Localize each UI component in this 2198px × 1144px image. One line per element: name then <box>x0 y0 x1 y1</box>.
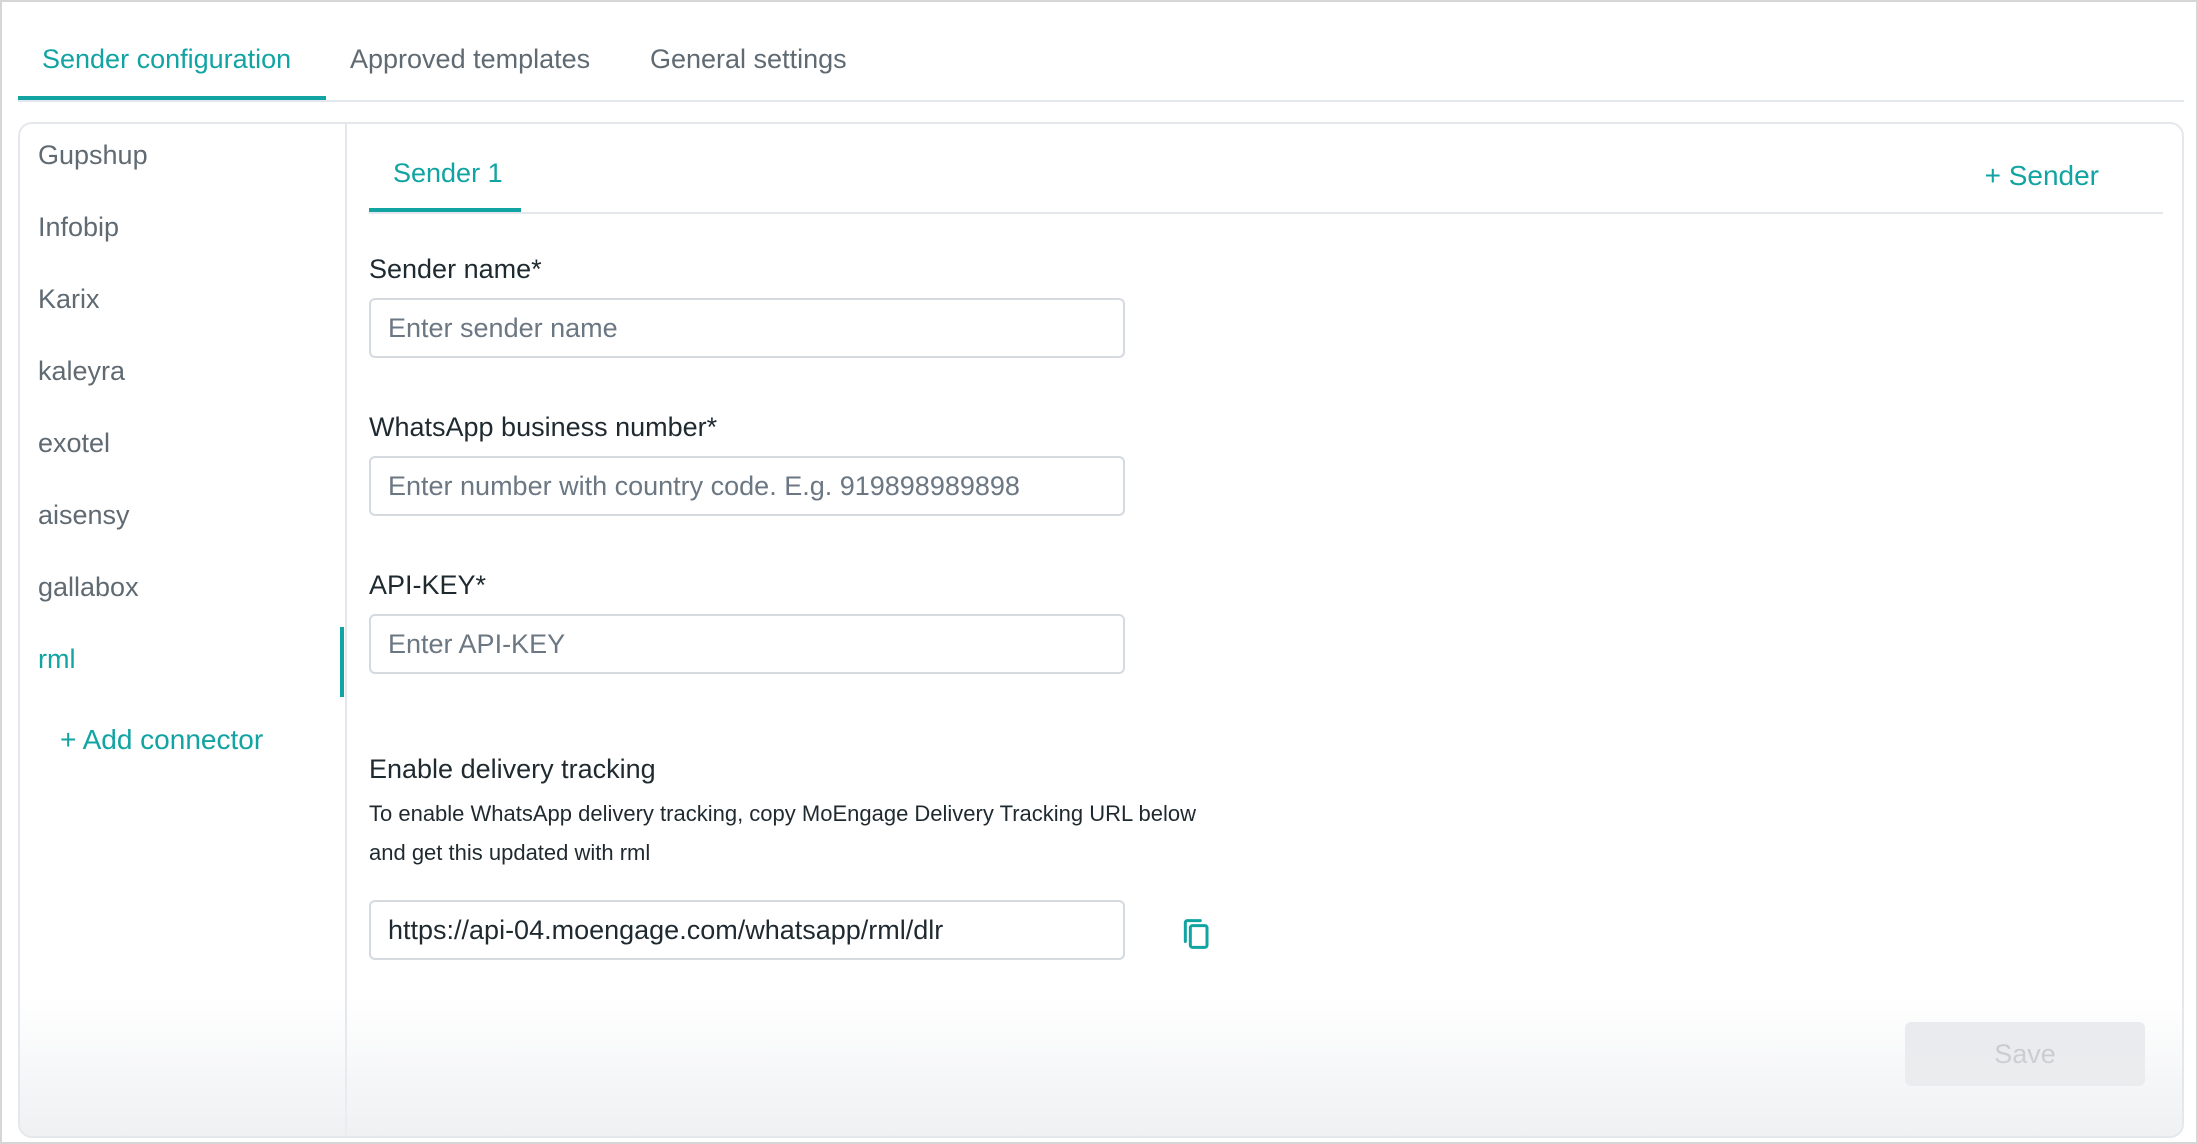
delivery-tracking-desc-line2: and get this updated with rml <box>369 840 651 865</box>
sidebar-item-infobip[interactable]: Infobip <box>38 212 119 243</box>
sender-config-card: Gupshup Infobip Karix kaleyra exotel ais… <box>18 122 2184 1138</box>
save-button[interactable]: Save <box>1905 1022 2145 1086</box>
sidebar-item-gallabox[interactable]: gallabox <box>38 572 139 603</box>
connector-sidebar: Gupshup Infobip Karix kaleyra exotel ais… <box>20 124 347 1136</box>
top-tab-bar: Sender configuration Approved templates … <box>18 32 2184 102</box>
api-key-label: API-KEY* <box>369 570 487 600</box>
sidebar-item-rml[interactable]: rml <box>38 644 75 675</box>
sender-tab-underline <box>369 208 521 212</box>
sender-name-input[interactable] <box>369 298 1125 358</box>
delivery-tracking-desc-line1: To enable WhatsApp delivery tracking, co… <box>369 801 1197 826</box>
tab-sender-1[interactable]: Sender 1 <box>393 158 503 189</box>
tab-general-settings[interactable]: General settings <box>650 44 847 75</box>
sidebar-item-kaleyra[interactable]: kaleyra <box>38 356 125 387</box>
copy-icon[interactable] <box>1177 914 1217 954</box>
business-number-input[interactable] <box>369 456 1125 516</box>
active-tab-underline <box>18 96 326 100</box>
sidebar-item-exotel[interactable]: exotel <box>38 428 110 459</box>
sidebar-item-karix[interactable]: Karix <box>38 284 100 315</box>
sender-name-label: Sender name* <box>369 254 542 284</box>
api-key-input[interactable] <box>369 614 1125 674</box>
sidebar-item-gupshup[interactable]: Gupshup <box>38 140 148 171</box>
delivery-tracking-title: Enable delivery tracking <box>369 754 656 784</box>
business-number-label: WhatsApp business number* <box>369 412 718 442</box>
sidebar-item-aisensy[interactable]: aisensy <box>38 500 130 531</box>
add-connector-button[interactable]: + Add connector <box>60 724 263 756</box>
app-frame: Sender configuration Approved templates … <box>0 0 2198 1144</box>
sender-form-panel: Sender 1 + Sender Sender name* WhatsApp … <box>347 124 2182 1136</box>
tab-sender-configuration[interactable]: Sender configuration <box>42 44 291 75</box>
sender-tab-bar: Sender 1 + Sender <box>369 124 2163 214</box>
tab-approved-templates[interactable]: Approved templates <box>350 44 590 75</box>
tracking-url-field[interactable] <box>369 900 1125 960</box>
sidebar-active-indicator <box>340 627 344 697</box>
add-sender-button[interactable]: + Sender <box>1985 160 2099 192</box>
